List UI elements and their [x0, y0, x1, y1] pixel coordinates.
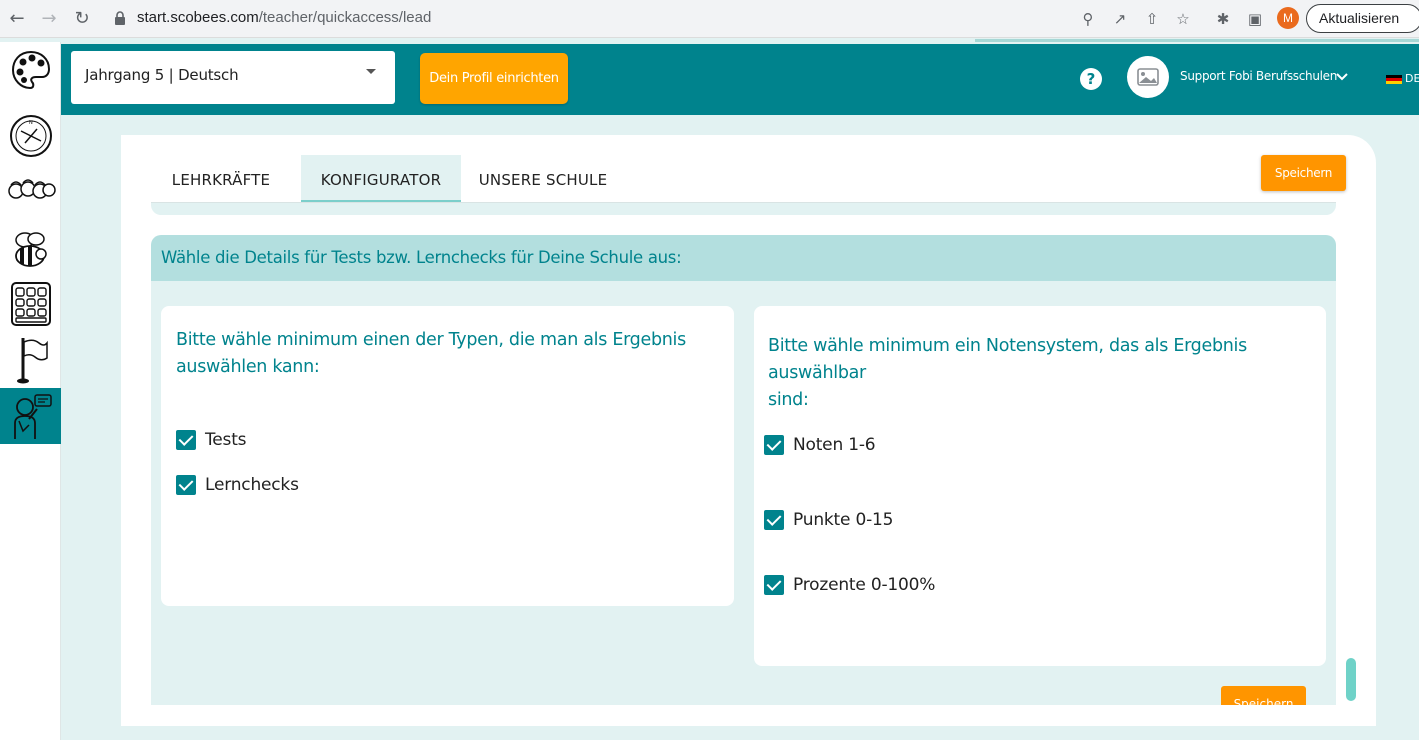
share-icon[interactable]: ⇧ [1142, 9, 1162, 29]
option-punkte[interactable]: Punkte 0-15 [764, 509, 893, 531]
result-type-title-line1: Bitte wähle minimum einen der Typen, die… [176, 330, 686, 350]
chevron-down-icon[interactable] [1336, 71, 1348, 83]
save-button-bottom[interactable]: Speichern [1221, 686, 1306, 705]
noten-checkbox[interactable] [764, 435, 784, 455]
scrollbar-thumb[interactable] [1346, 658, 1356, 701]
option-label: Lernchecks [205, 475, 299, 495]
previous-section [151, 203, 1336, 215]
community-icon [7, 179, 56, 199]
tests-checkbox[interactable] [176, 430, 196, 450]
open-external-icon[interactable]: ↗ [1110, 9, 1130, 29]
caret-down-icon [366, 69, 376, 74]
lock-icon [115, 11, 125, 25]
loading-bar [975, 39, 1419, 42]
key-icon[interactable]: ⚲ [1078, 9, 1098, 29]
tab-lehrkraefte[interactable]: LEHRKRÄFTE [151, 155, 291, 202]
section-title: Wähle die Details für Tests bzw. Lernche… [161, 248, 682, 267]
result-type-title-line2: auswählen kann: [176, 357, 320, 377]
sidebar-item-flag[interactable] [0, 332, 61, 388]
address-bar[interactable]: start.scobees.com/teacher/quickaccess/le… [137, 9, 431, 26]
sidebar-item-teacher[interactable] [0, 388, 61, 444]
prozente-checkbox[interactable] [764, 575, 784, 595]
language-switcher[interactable]: DE [1386, 72, 1419, 86]
url-host: start.scobees.com [137, 9, 259, 26]
grading-system-title: Bitte wähle minimum ein Notensystem, das… [768, 333, 1326, 414]
result-type-panel: Bitte wähle minimum einen der Typen, die… [161, 306, 734, 606]
sidebar-item-compass[interactable]: N [0, 108, 61, 164]
tab-unsere-schule[interactable]: UNSERE SCHULE [470, 155, 616, 202]
bookmark-star-icon[interactable]: ☆ [1173, 9, 1193, 29]
avatar[interactable] [1127, 56, 1169, 98]
grading-system-title-line1: Bitte wähle minimum ein Notensystem, das… [768, 336, 1247, 383]
option-label: Tests [205, 430, 247, 450]
svg-text:N: N [29, 120, 33, 126]
update-button[interactable]: Aktualisieren [1306, 4, 1419, 33]
browser-profile-avatar[interactable]: M [1277, 7, 1299, 29]
option-label: Noten 1-6 [793, 435, 876, 455]
option-label: Punkte 0-15 [793, 510, 894, 530]
setup-profile-button[interactable]: Dein Profil einrichten [420, 53, 568, 104]
compass-icon: N [9, 115, 52, 157]
class-select[interactable]: Jahrgang 5 | Deutsch [71, 51, 395, 104]
flag-icon [16, 338, 48, 384]
reload-icon[interactable]: ↻ [71, 8, 93, 30]
image-placeholder-icon [1137, 68, 1159, 86]
url-path: /teacher/quickaccess/lead [258, 9, 432, 26]
extensions-icon[interactable]: ✱ [1213, 9, 1233, 29]
save-button[interactable]: Speichern [1261, 155, 1346, 191]
option-noten[interactable]: Noten 1-6 [764, 434, 876, 456]
calendar-icon [10, 282, 51, 326]
user-name[interactable]: Support Fobi Berufsschulen [1180, 69, 1337, 83]
side-panel-icon[interactable]: ▣ [1245, 9, 1265, 29]
result-type-title: Bitte wähle minimum einen der Typen, die… [176, 327, 686, 381]
tab-konfigurator[interactable]: KONFIGURATOR [301, 155, 461, 202]
configurator-content: Wähle die Details für Tests bzw. Lernche… [151, 203, 1336, 705]
option-prozente[interactable]: Prozente 0-100% [764, 574, 935, 596]
palette-icon [11, 50, 50, 90]
bee-icon [14, 232, 47, 267]
section-body: Bitte wähle minimum einen der Typen, die… [151, 281, 1336, 705]
sidebar: N [0, 42, 61, 740]
sidebar-item-community[interactable] [0, 163, 61, 219]
teacher-icon [13, 394, 52, 439]
option-label: Prozente 0-100% [793, 575, 936, 595]
language-code: DE [1405, 72, 1419, 85]
help-icon[interactable]: ? [1080, 68, 1102, 90]
german-flag-icon [1386, 75, 1402, 84]
forward-icon[interactable]: → [38, 8, 60, 30]
option-lernchecks[interactable]: Lernchecks [176, 474, 299, 496]
grading-system-panel: Bitte wähle minimum ein Notensystem, das… [754, 306, 1326, 666]
sidebar-item-palette[interactable] [0, 42, 61, 98]
scrollbar[interactable] [1347, 203, 1355, 703]
class-select-value: Jahrgang 5 | Deutsch [85, 66, 239, 84]
lernchecks-checkbox[interactable] [176, 475, 196, 495]
grading-system-title-line2: sind: [768, 390, 809, 410]
sidebar-item-bee[interactable] [0, 220, 61, 276]
punkte-checkbox[interactable] [764, 510, 784, 530]
back-icon[interactable]: ← [6, 8, 28, 30]
section-header: Wähle die Details für Tests bzw. Lernche… [151, 235, 1336, 281]
option-tests[interactable]: Tests [176, 429, 247, 451]
sidebar-item-calendar[interactable] [0, 276, 61, 332]
